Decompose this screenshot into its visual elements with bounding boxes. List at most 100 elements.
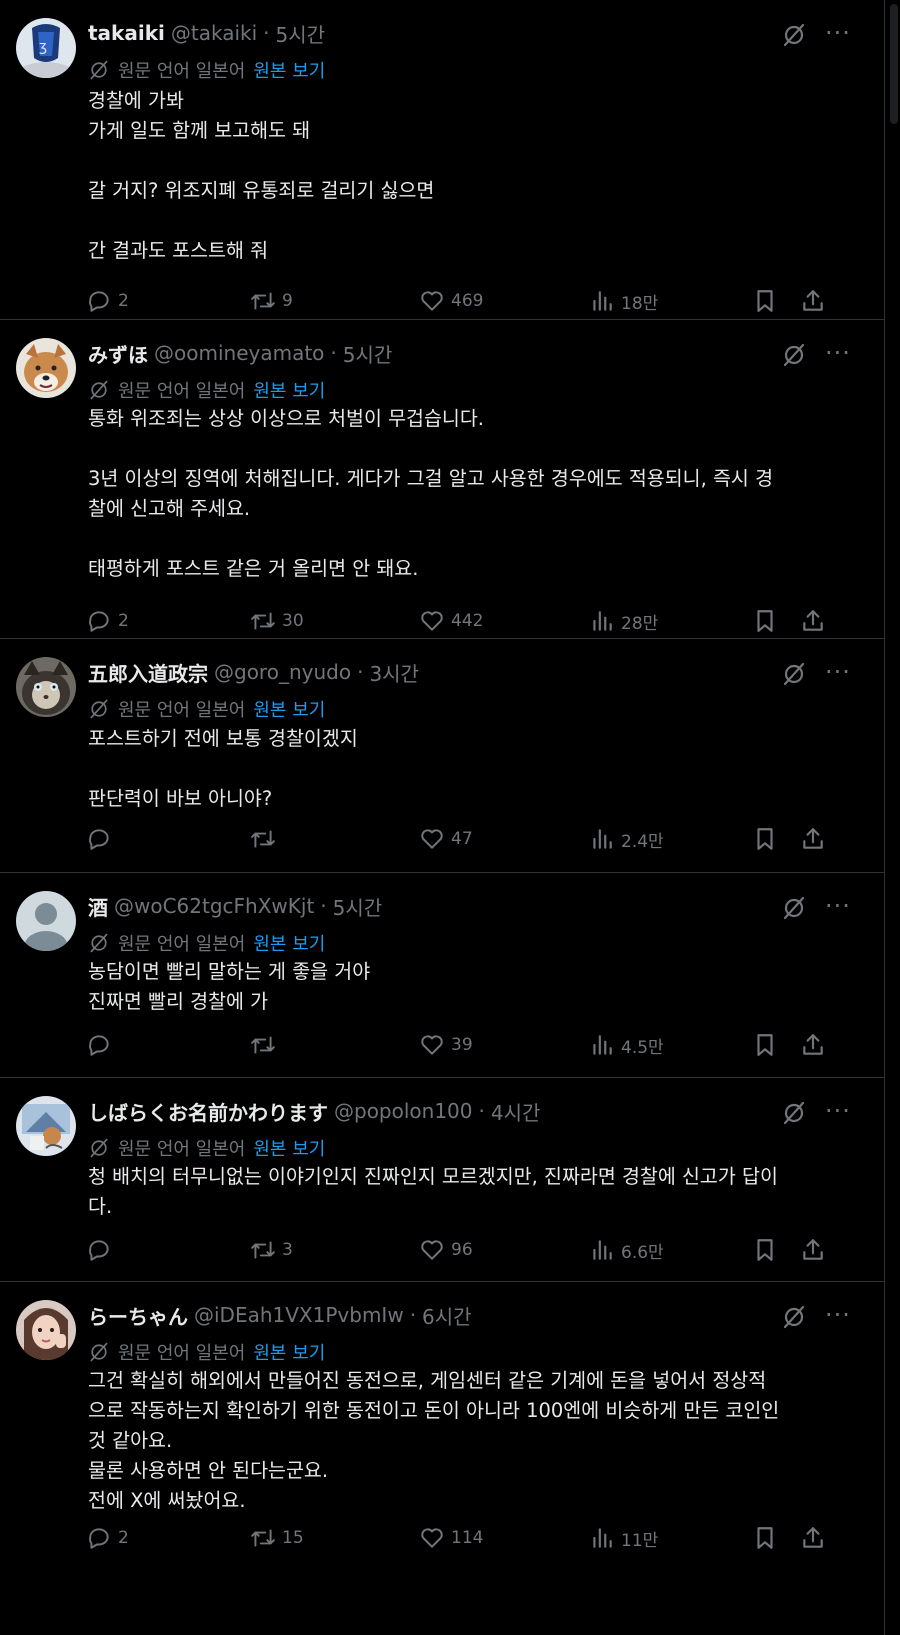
share-button[interactable]: [800, 1235, 832, 1265]
user-handle[interactable]: @goro_nyudo: [214, 660, 351, 684]
share-button[interactable]: [800, 606, 832, 636]
show-original-link[interactable]: 원본 보기: [253, 930, 325, 956]
reply-button[interactable]: [86, 1030, 118, 1060]
bookmark-button[interactable]: [752, 286, 784, 316]
show-original-link[interactable]: 원본 보기: [253, 1135, 325, 1161]
views-button[interactable]: 11만: [589, 1523, 658, 1553]
timestamp[interactable]: 5시간: [276, 19, 326, 48]
scrollbar-track[interactable]: [888, 0, 900, 1635]
grok-icon[interactable]: [781, 1100, 807, 1126]
user-handle[interactable]: @iDEah1VX1PvbmIw: [194, 1303, 404, 1327]
more-options-icon[interactable]: ···: [825, 21, 851, 48]
show-original-link[interactable]: 원본 보기: [253, 1339, 325, 1365]
share-button[interactable]: [800, 1523, 832, 1553]
timestamp[interactable]: 3시간: [369, 658, 419, 687]
show-original-link[interactable]: 원본 보기: [253, 57, 325, 83]
reply-button[interactable]: 2: [86, 606, 129, 636]
timestamp[interactable]: 5시간: [343, 339, 393, 368]
grok-icon[interactable]: [781, 342, 807, 368]
view-count: 28만: [621, 613, 659, 634]
timestamp[interactable]: 4시간: [491, 1097, 541, 1126]
views-button[interactable]: 6.6만: [589, 1235, 664, 1265]
grok-icon[interactable]: [781, 1304, 807, 1330]
share-button[interactable]: [800, 824, 832, 854]
display-name[interactable]: takaiki: [88, 21, 165, 45]
more-options-icon[interactable]: ···: [825, 1099, 851, 1126]
display-name[interactable]: しばらくお名前かわります: [88, 1097, 328, 1126]
like-button[interactable]: 469: [419, 286, 483, 316]
bookmark-button[interactable]: [752, 1235, 784, 1265]
translation-language: 원문 언어 일본어: [118, 381, 246, 402]
post-text: 포스트하기 전에 보통 경찰이겠지 판단력이 바보 아니야?: [88, 724, 863, 814]
bookmark-button[interactable]: [752, 1030, 784, 1060]
reply-icon: [89, 829, 109, 850]
views-button[interactable]: 2.4만: [589, 824, 664, 854]
bookmark-button[interactable]: [752, 606, 784, 636]
grok-icon[interactable]: [781, 895, 807, 921]
more-options-icon[interactable]: ···: [825, 894, 851, 921]
grok-icon[interactable]: [781, 22, 807, 48]
like-button[interactable]: 96: [419, 1235, 473, 1265]
more-options-icon[interactable]: ···: [825, 660, 851, 687]
post-header: 酒 @woC62tgcFhXwKjt · 5시간: [88, 891, 382, 921]
translate-icon: [90, 1138, 108, 1158]
avatar[interactable]: [16, 891, 76, 951]
post[interactable]: しばらくお名前かわります @popolon100 · 4시간 ··· 원문 언어…: [0, 1078, 885, 1282]
repost-button[interactable]: 3: [250, 1235, 293, 1265]
separator-dot: ·: [478, 1099, 485, 1123]
repost-button[interactable]: 9: [250, 286, 293, 316]
avatar[interactable]: ʒ: [16, 18, 76, 78]
post[interactable]: 酒 @woC62tgcFhXwKjt · 5시간 ··· 원문 언어 일본어 원…: [0, 873, 885, 1078]
reply-button[interactable]: [86, 824, 118, 854]
reply-button[interactable]: 2: [86, 1523, 129, 1553]
text-line: 판단력이 바보 아니야?: [88, 787, 273, 810]
grok-icon[interactable]: [781, 661, 807, 687]
like-button[interactable]: 47: [419, 824, 473, 854]
more-options-icon[interactable]: ···: [825, 1303, 851, 1330]
reply-icon: [89, 1240, 109, 1261]
show-original-link[interactable]: 원본 보기: [253, 696, 325, 722]
avatar[interactable]: [16, 338, 76, 398]
view-count: 4.5만: [621, 1037, 664, 1058]
display-name[interactable]: 五郎入道政宗: [88, 658, 208, 687]
user-handle[interactable]: @popolon100: [334, 1099, 473, 1123]
avatar[interactable]: [16, 657, 76, 717]
post[interactable]: らーちゃん @iDEah1VX1PvbmIw · 6시간 ··· 원문 언어 일…: [0, 1282, 885, 1635]
share-button[interactable]: [800, 286, 832, 316]
like-button[interactable]: 114: [419, 1523, 483, 1553]
timestamp[interactable]: 5시간: [333, 892, 383, 921]
like-button[interactable]: 442: [419, 606, 483, 636]
bookmark-button[interactable]: [752, 824, 784, 854]
avatar[interactable]: [16, 1096, 76, 1156]
reply-button[interactable]: 2: [86, 286, 129, 316]
display-name[interactable]: みずほ: [88, 339, 148, 368]
views-button[interactable]: 4.5만: [589, 1030, 664, 1060]
more-options-icon[interactable]: ···: [825, 341, 851, 368]
translation-notice: 원문 언어 일본어 원본 보기: [88, 377, 325, 403]
share-button[interactable]: [800, 1030, 832, 1060]
like-count: 469: [451, 291, 484, 311]
heart-icon: [421, 1035, 443, 1055]
post[interactable]: みずほ @oomineyamato · 5시간 ··· 원문 언어 일본어 원본…: [0, 320, 885, 639]
scrollbar-thumb[interactable]: [890, 4, 898, 124]
user-handle[interactable]: @oomineyamato: [154, 341, 324, 365]
user-handle[interactable]: @takaiki: [171, 21, 257, 45]
show-original-link[interactable]: 원본 보기: [253, 377, 325, 403]
repost-button[interactable]: 15: [250, 1523, 304, 1553]
avatar[interactable]: [16, 1300, 76, 1360]
reply-button[interactable]: [86, 1235, 118, 1265]
views-button[interactable]: 28만: [589, 606, 658, 636]
text-line: 진짜면 빨리 경찰에 가: [88, 990, 269, 1013]
like-button[interactable]: 39: [419, 1030, 473, 1060]
display-name[interactable]: らーちゃん: [88, 1301, 188, 1330]
views-button[interactable]: 18만: [589, 286, 658, 316]
post[interactable]: 五郎入道政宗 @goro_nyudo · 3시간 ··· 원문 언어 일본어 원…: [0, 639, 885, 873]
repost-button[interactable]: [250, 1030, 282, 1060]
display-name[interactable]: 酒: [88, 892, 108, 921]
post[interactable]: ʒ takaiki @takaiki · 5시간 ··· 원문 언어 일본어 원…: [0, 0, 885, 320]
timestamp[interactable]: 6시간: [422, 1301, 472, 1330]
bookmark-button[interactable]: [752, 1523, 784, 1553]
repost-button[interactable]: 30: [250, 606, 304, 636]
user-handle[interactable]: @woC62tgcFhXwKjt: [114, 894, 314, 918]
repost-button[interactable]: [250, 824, 282, 854]
